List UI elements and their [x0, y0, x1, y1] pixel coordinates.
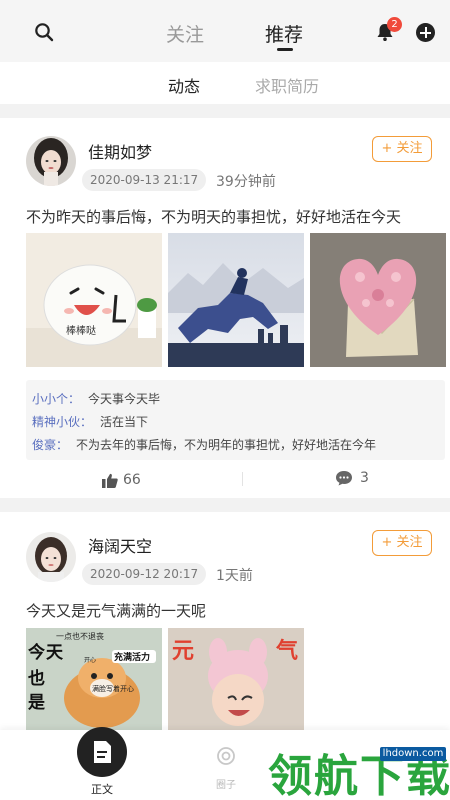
- username[interactable]: 佳期如梦: [88, 139, 152, 163]
- tab-feed[interactable]: 动态: [168, 73, 200, 97]
- top-bar: 关注 推荐 2: [0, 0, 450, 62]
- post-image-horse[interactable]: [168, 233, 304, 367]
- image-caption: 是: [28, 693, 45, 713]
- avatar[interactable]: [26, 136, 76, 186]
- tab-resume[interactable]: 求职简历: [255, 73, 319, 97]
- sub-tab-bar: 动态 求职简历: [0, 62, 450, 104]
- image-caption: 棒棒哒: [66, 324, 96, 337]
- image-caption: 一点也不退丧: [56, 631, 104, 641]
- add-icon[interactable]: [416, 23, 435, 42]
- nav-home-label: 正文: [91, 783, 113, 796]
- post-text: 不为昨天的事后悔，不为明天的事担忧，好好地活在今天: [26, 208, 402, 226]
- comment-author[interactable]: 精神小伙：: [32, 415, 92, 429]
- post-image-heart[interactable]: [310, 233, 446, 367]
- comment-item[interactable]: 精神小伙： 活在当下: [32, 413, 148, 430]
- image-caption: 今: [28, 642, 45, 663]
- image-caption: 元: [172, 639, 194, 664]
- nav-circle-label: 圈子: [216, 780, 236, 791]
- post-image-cat[interactable]: 一点也不退丧 今 天 也 是 充满活力 开心 满脸写着开心: [26, 628, 162, 730]
- image-caption: 开心: [84, 657, 96, 664]
- avatar[interactable]: [26, 532, 76, 582]
- post-time-ago: 1天前: [216, 568, 253, 584]
- thumbs-up-icon[interactable]: [102, 473, 118, 488]
- post-text: 今天又是元气满满的一天呢: [26, 602, 207, 620]
- document-icon: [94, 741, 111, 763]
- comment-list: 小小个： 今天事今天毕 精神小伙： 活在当下 俊豪： 不为去年的事后悔，不为明年的事担…: [26, 380, 445, 460]
- notification-badge: 2: [387, 17, 402, 32]
- comment-item[interactable]: 小小个： 今天事今天毕: [32, 390, 160, 407]
- comment-text: 不为去年的事后悔，不为明年的事担忧，好好地活在今年: [76, 438, 377, 452]
- comment-text: 今天事今天毕: [88, 392, 161, 406]
- username[interactable]: 海阔天空: [88, 533, 152, 557]
- image-caption: 天: [46, 643, 64, 663]
- image-caption: 充满活力: [114, 651, 150, 663]
- like-count: 66: [123, 472, 141, 488]
- comment-icon[interactable]: [335, 470, 353, 486]
- active-tab-indicator: [277, 48, 293, 51]
- comment-text: 活在当下: [100, 415, 149, 429]
- image-caption: 气: [275, 638, 298, 664]
- image-caption: 满脸写着开心: [92, 684, 134, 693]
- circle-icon[interactable]: [216, 746, 236, 766]
- post-date: 2020-09-12 20:17: [82, 563, 207, 585]
- comment-item[interactable]: 俊豪： 不为去年的事后悔，不为明年的事担忧，好好地活在今年: [32, 436, 376, 453]
- post-date: 2020-09-13 21:17: [82, 169, 207, 191]
- actions-divider: [242, 472, 243, 486]
- tab-follow[interactable]: 关注: [166, 20, 204, 47]
- search-icon[interactable]: [34, 22, 54, 42]
- comment-count: 3: [360, 470, 369, 486]
- watermark-url: lhdown.com: [380, 747, 446, 761]
- comment-author[interactable]: 俊豪：: [32, 438, 68, 452]
- post-time-ago: 39分钟前: [216, 174, 276, 190]
- tab-recommend[interactable]: 推荐: [265, 20, 303, 47]
- image-caption: 也: [28, 668, 45, 689]
- nav-home-button[interactable]: [77, 727, 127, 777]
- follow-button[interactable]: + 关注: [372, 136, 432, 162]
- post-image-baby[interactable]: 元 气: [168, 628, 304, 730]
- comment-author[interactable]: 小小个：: [32, 392, 80, 406]
- post-image-mascot[interactable]: 棒棒哒: [26, 233, 162, 367]
- follow-button[interactable]: + 关注: [372, 530, 432, 556]
